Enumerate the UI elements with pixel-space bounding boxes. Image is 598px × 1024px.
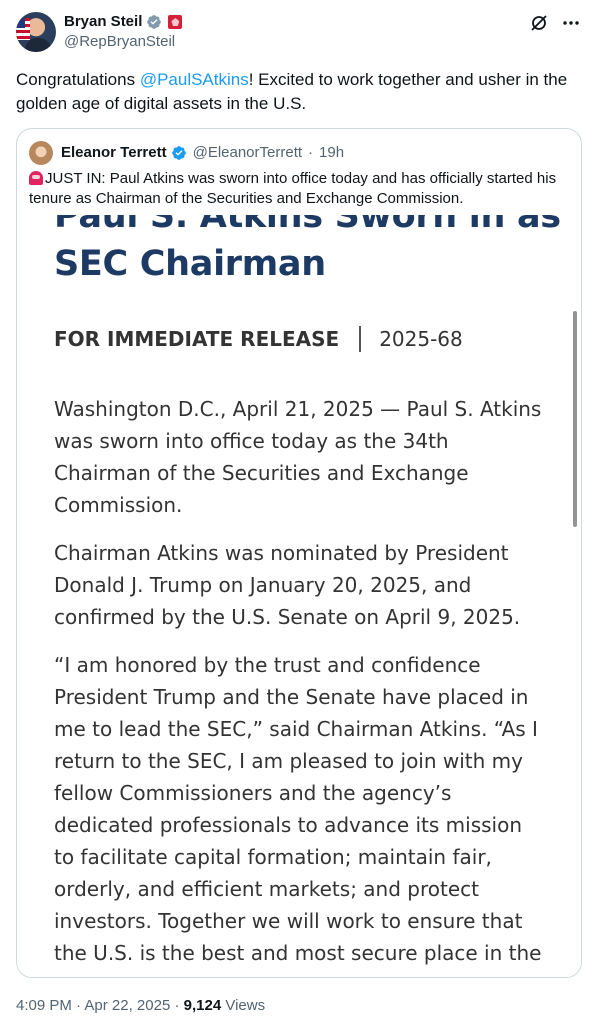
release-divider (359, 326, 362, 352)
mention-link[interactable]: @PaulSAtkins (140, 70, 249, 89)
flag-graphic (16, 18, 30, 40)
post-time[interactable]: 4:09 PM (16, 997, 72, 1014)
image-scrollbar[interactable] (573, 311, 577, 527)
press-release-image[interactable]: Paul S. Atkins Sworn in as SEC Chairman … (17, 215, 581, 977)
grok-icon[interactable] (528, 12, 550, 34)
quoted-author-avatar[interactable] (29, 141, 53, 165)
author-avatar[interactable] (16, 12, 56, 52)
quoted-tweet-card[interactable]: Eleanor Terrett @EleanorTerrett · 19h JU… (16, 128, 582, 978)
doc-paragraph-1: Washington D.C., April 21, 2025 — Paul S… (54, 397, 542, 517)
top-actions (528, 12, 582, 34)
footer-separator: · (174, 997, 180, 1014)
tweet-text-before: Congratulations (16, 70, 140, 89)
views-count: 9,124 (183, 997, 222, 1014)
doc-paragraph-3: “I am honored by the trust and confidenc… (54, 653, 542, 965)
siren-icon (29, 171, 43, 185)
more-icon[interactable] (560, 12, 582, 34)
tweet-footer: 4:09 PM · Apr 22, 2025 · 9,124 Views (16, 996, 265, 1016)
release-label: FOR IMMEDIATE RELEASE (54, 327, 340, 351)
author-display-name[interactable]: Bryan Steil (64, 12, 142, 32)
quoted-tweet-text: JUST IN: Paul Atkins was sworn into offi… (29, 169, 569, 209)
quoted-text-body: JUST IN: Paul Atkins was sworn into offi… (29, 170, 557, 207)
quoted-timestamp[interactable]: 19h (319, 143, 344, 163)
footer-separator: · (76, 997, 82, 1014)
verified-gray-icon[interactable] (146, 14, 162, 30)
views-label: Views (225, 997, 266, 1014)
doc-title-line2: SEC Chairman (54, 244, 326, 284)
government-badge-icon (168, 15, 183, 29)
quoted-tweet-header: Eleanor Terrett @EleanorTerrett · 19h (29, 141, 344, 165)
tweet-text: Congratulations @PaulSAtkins! Excited to… (16, 68, 586, 116)
post-date[interactable]: Apr 22, 2025 (84, 997, 170, 1014)
author-name-row: Bryan Steil (64, 12, 183, 32)
avatar-figure (25, 38, 51, 52)
doc-title-line1: Paul S. Atkins Sworn in as (54, 215, 561, 236)
quoted-author-name[interactable]: Eleanor Terrett (61, 143, 167, 163)
verified-blue-icon[interactable] (171, 145, 187, 161)
doc-paragraph-2: Chairman Atkins was nominated by Preside… (54, 541, 521, 629)
release-line: FOR IMMEDIATE RELEASE 2025-68 (54, 325, 463, 353)
meta-separator: · (308, 144, 314, 161)
author-handle[interactable]: @RepBryanSteil (64, 32, 175, 52)
quoted-author-handle[interactable]: @EleanorTerrett (193, 143, 302, 163)
release-number: 2025-68 (379, 327, 463, 351)
